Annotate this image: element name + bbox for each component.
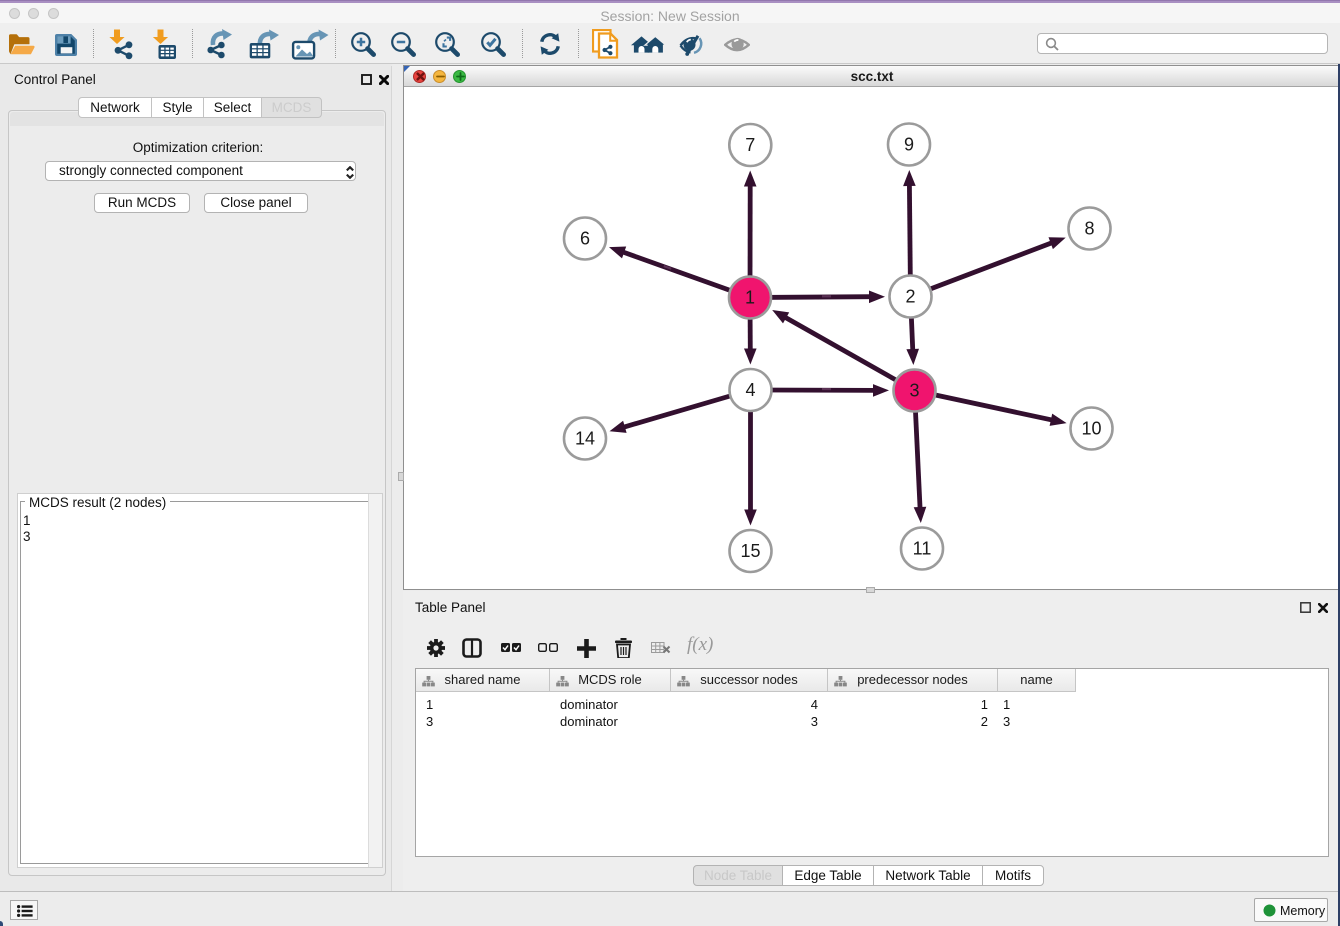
svg-text:15: 15	[740, 541, 760, 561]
svg-text:1: 1	[745, 288, 755, 308]
svg-text:8: 8	[1084, 219, 1094, 239]
svg-text:4: 4	[745, 380, 755, 400]
svg-text:2: 2	[905, 287, 915, 307]
svg-text:11: 11	[913, 539, 932, 559]
svg-text:7: 7	[745, 135, 755, 155]
svg-text:6: 6	[580, 229, 590, 249]
svg-text:10: 10	[1081, 419, 1101, 439]
svg-text:3: 3	[909, 381, 919, 401]
svg-text:14: 14	[575, 429, 595, 449]
svg-text:9: 9	[904, 135, 914, 155]
